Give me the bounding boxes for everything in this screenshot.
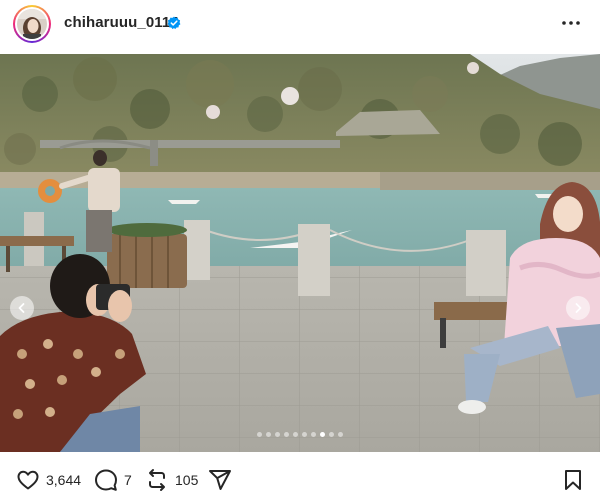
like-button[interactable]: 3,644 <box>16 468 81 492</box>
heart-icon <box>17 470 39 490</box>
carousel-dot <box>293 432 298 437</box>
repost-button[interactable]: 105 <box>145 468 198 492</box>
carousel-dot <box>329 432 334 437</box>
carousel-dot <box>338 432 343 437</box>
carousel-indicator <box>0 432 600 437</box>
carousel-dot <box>302 432 307 437</box>
chevron-right-icon <box>575 303 582 313</box>
like-count[interactable]: 3,644 <box>46 472 81 488</box>
post-photo[interactable] <box>0 54 600 452</box>
next-slide-button[interactable] <box>566 296 590 320</box>
comment-bubble-icon <box>95 469 117 491</box>
send-icon <box>209 470 231 490</box>
carousel-dot <box>320 432 325 437</box>
carousel-dot <box>257 432 262 437</box>
comment-count[interactable]: 7 <box>124 472 132 488</box>
comment-button[interactable]: 7 <box>94 468 132 492</box>
photo-image <box>0 54 600 452</box>
repost-icon <box>149 469 165 491</box>
previous-slide-button[interactable] <box>10 296 34 320</box>
carousel-dot <box>275 432 280 437</box>
carousel-dot <box>284 432 289 437</box>
chevron-left-icon <box>18 303 25 313</box>
share-button[interactable] <box>208 468 232 492</box>
post-header: chiharuuu_0114 <box>0 0 600 48</box>
carousel-dot <box>266 432 271 437</box>
avatar[interactable] <box>13 5 51 43</box>
verified-badge-icon <box>167 16 181 30</box>
instagram-post: chiharuuu_0114 3,644 7 105 <box>0 0 600 500</box>
save-button[interactable] <box>562 468 584 492</box>
carousel-dot <box>311 432 316 437</box>
username[interactable]: chiharuuu_0114 <box>64 14 179 31</box>
post-actions: 3,644 7 105 <box>0 464 600 500</box>
repost-count[interactable]: 105 <box>175 472 198 488</box>
more-options-icon[interactable] <box>560 16 582 30</box>
bookmark-icon <box>565 470 581 490</box>
